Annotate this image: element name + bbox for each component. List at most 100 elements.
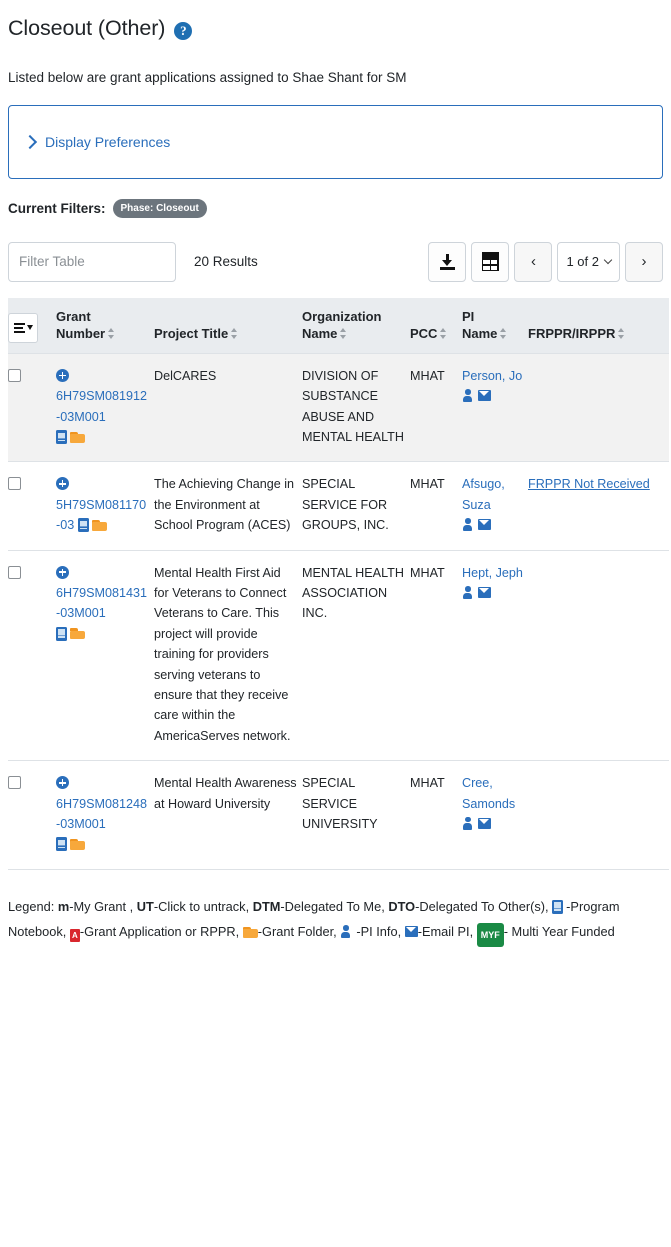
- program-notebook-icon[interactable]: [56, 837, 67, 852]
- chevron-right-icon: [22, 134, 38, 149]
- program-notebook-icon[interactable]: [77, 518, 89, 533]
- email-pi-icon: [404, 926, 418, 938]
- grant-number-link[interactable]: 6H79SM081431-03M001: [56, 586, 147, 620]
- expand-icon[interactable]: [56, 477, 69, 491]
- current-filters: Current Filters: Phase: Closeout: [8, 198, 663, 218]
- grant-folder-icon[interactable]: [70, 431, 85, 443]
- row-checkbox[interactable]: [8, 477, 21, 491]
- pi-name-link[interactable]: Person, Jo: [462, 369, 522, 383]
- sort-icon[interactable]: [340, 328, 347, 340]
- project-title-cell: The Achieving Change in the Environment …: [154, 461, 302, 551]
- legend: Legend: m-My Grant , UT-Click to untrack…: [8, 894, 663, 948]
- column-header-select: [8, 297, 56, 354]
- frppr-cell: [528, 353, 669, 463]
- program-notebook-icon[interactable]: [56, 626, 67, 641]
- row-checkbox[interactable]: [8, 565, 21, 579]
- pi-icons: [462, 814, 524, 834]
- pi-icons: [462, 583, 524, 603]
- grant-number-link[interactable]: 6H79SM081248-03M001: [56, 797, 147, 831]
- column-header-pcc[interactable]: PCC: [410, 297, 462, 354]
- column-header-project-title[interactable]: Project Title: [154, 297, 302, 354]
- program-notebook-icon: [552, 899, 564, 914]
- col-org-line2: Name: [302, 326, 338, 342]
- table-toolbar: 20 Results ‹ 1 of 2 ›: [8, 241, 663, 282]
- row-select-cell: [8, 353, 56, 463]
- row-checkbox[interactable]: [8, 776, 21, 790]
- pcc-cell: MHAT: [410, 353, 462, 463]
- grants-table: Grant Number Project Title Organization …: [8, 297, 669, 870]
- pi-name-cell: Afsugo, Suza: [462, 461, 528, 551]
- page-header: Closeout (Other) ?: [8, 0, 663, 42]
- program-notebook-icon[interactable]: [56, 430, 67, 445]
- legend-key-untrack: UT: [136, 898, 154, 914]
- email-pi-icon[interactable]: [478, 390, 491, 402]
- row-checkbox[interactable]: [8, 368, 21, 382]
- frppr-not-received-link[interactable]: FRPPR Not Received: [528, 477, 650, 491]
- page-selector[interactable]: 1 of 2: [557, 241, 620, 282]
- legend-text-dtm: -Delegated To Me,: [280, 898, 385, 914]
- organization-name-cell: DIVISION OF SUBSTANCE ABUSE AND MENTAL H…: [302, 353, 410, 463]
- page-selector-label: 1 of 2: [566, 254, 599, 270]
- legend-text-notebook-cont: Notebook,: [8, 924, 67, 940]
- filter-table-input[interactable]: [8, 241, 176, 282]
- pi-name-link[interactable]: Hept, Jeph: [462, 566, 523, 580]
- grant-folder-icon[interactable]: [70, 838, 85, 850]
- pi-info-icon[interactable]: [462, 586, 473, 600]
- expand-icon[interactable]: [56, 565, 69, 579]
- column-menu-button[interactable]: [8, 312, 38, 343]
- legend-key-my-grant: m: [57, 898, 70, 914]
- help-circle-icon[interactable]: ?: [174, 21, 193, 40]
- frppr-cell: [528, 550, 669, 762]
- legend-prefix: Legend:: [8, 898, 55, 914]
- project-title-cell: DelCARES: [154, 353, 302, 463]
- download-button[interactable]: [428, 241, 467, 282]
- sort-icon[interactable]: [500, 328, 507, 340]
- grant-number-link[interactable]: 6H79SM081912-03M001: [56, 389, 147, 423]
- prev-page-button[interactable]: ‹: [514, 241, 553, 282]
- pi-name-cell: Hept, Jeph: [462, 550, 528, 762]
- grant-number-cell: 6H79SM081248-03M001: [56, 760, 154, 870]
- table-grid-icon: [481, 252, 499, 272]
- display-preferences-label: Display Preferences: [45, 133, 171, 150]
- sort-icon[interactable]: [108, 328, 115, 340]
- column-header-frppr-irppr[interactable]: FRPPR/IRPPR: [528, 297, 669, 354]
- project-title-cell: Mental Health First Aid for Veterans to …: [154, 550, 302, 762]
- email-pi-icon[interactable]: [478, 587, 491, 599]
- closeout-other-page: Closeout (Other) ? Listed below are gran…: [0, 0, 671, 948]
- display-preferences-panel[interactable]: Display Preferences: [8, 104, 663, 179]
- sort-icon[interactable]: [231, 328, 238, 340]
- grants-table-body: 6H79SM081912-03M001 DelCARES DIVISION OF…: [8, 353, 669, 870]
- results-count: 20 Results: [194, 254, 258, 270]
- pi-info-icon[interactable]: [462, 389, 473, 403]
- myf-badge: MYF: [476, 923, 504, 948]
- col-fr-line2: FRPPR/IRPPR: [528, 326, 616, 342]
- pi-name-link[interactable]: Cree, Samonds: [462, 776, 515, 810]
- legend-text-my-grant: -My Grant ,: [69, 898, 134, 914]
- sort-icon[interactable]: [440, 328, 447, 340]
- sort-icon[interactable]: [618, 328, 625, 340]
- email-pi-icon[interactable]: [478, 817, 491, 829]
- pi-info-icon[interactable]: [462, 816, 473, 830]
- expand-icon[interactable]: [56, 368, 69, 382]
- display-preferences-toggle[interactable]: Display Preferences: [9, 134, 170, 150]
- row-select-cell: [8, 550, 56, 762]
- legend-text-folder: -Grant Folder,: [257, 924, 337, 940]
- grant-number-cell: 6H79SM081431-03M001: [56, 550, 154, 762]
- pi-icons: [462, 515, 524, 535]
- table-header-row: Grant Number Project Title Organization …: [8, 297, 669, 354]
- col-pi-line2: Name: [462, 326, 498, 342]
- column-header-grant-number[interactable]: Grant Number: [56, 297, 154, 354]
- row-icons: [56, 427, 150, 447]
- pi-info-icon[interactable]: [462, 518, 473, 532]
- filter-badge-phase[interactable]: Phase: Closeout: [112, 198, 207, 218]
- column-header-organization-name[interactable]: Organization Name: [302, 297, 410, 354]
- grant-folder-icon[interactable]: [70, 628, 85, 640]
- column-header-pi-name[interactable]: PI Name: [462, 297, 528, 354]
- grant-folder-icon[interactable]: [91, 519, 107, 531]
- expand-icon[interactable]: [56, 776, 69, 790]
- email-pi-icon[interactable]: [478, 519, 491, 531]
- table-view-button[interactable]: [471, 241, 510, 282]
- next-page-button[interactable]: ›: [625, 241, 663, 282]
- caret-down-icon: [26, 325, 33, 331]
- pi-name-link[interactable]: Afsugo, Suza: [462, 477, 505, 511]
